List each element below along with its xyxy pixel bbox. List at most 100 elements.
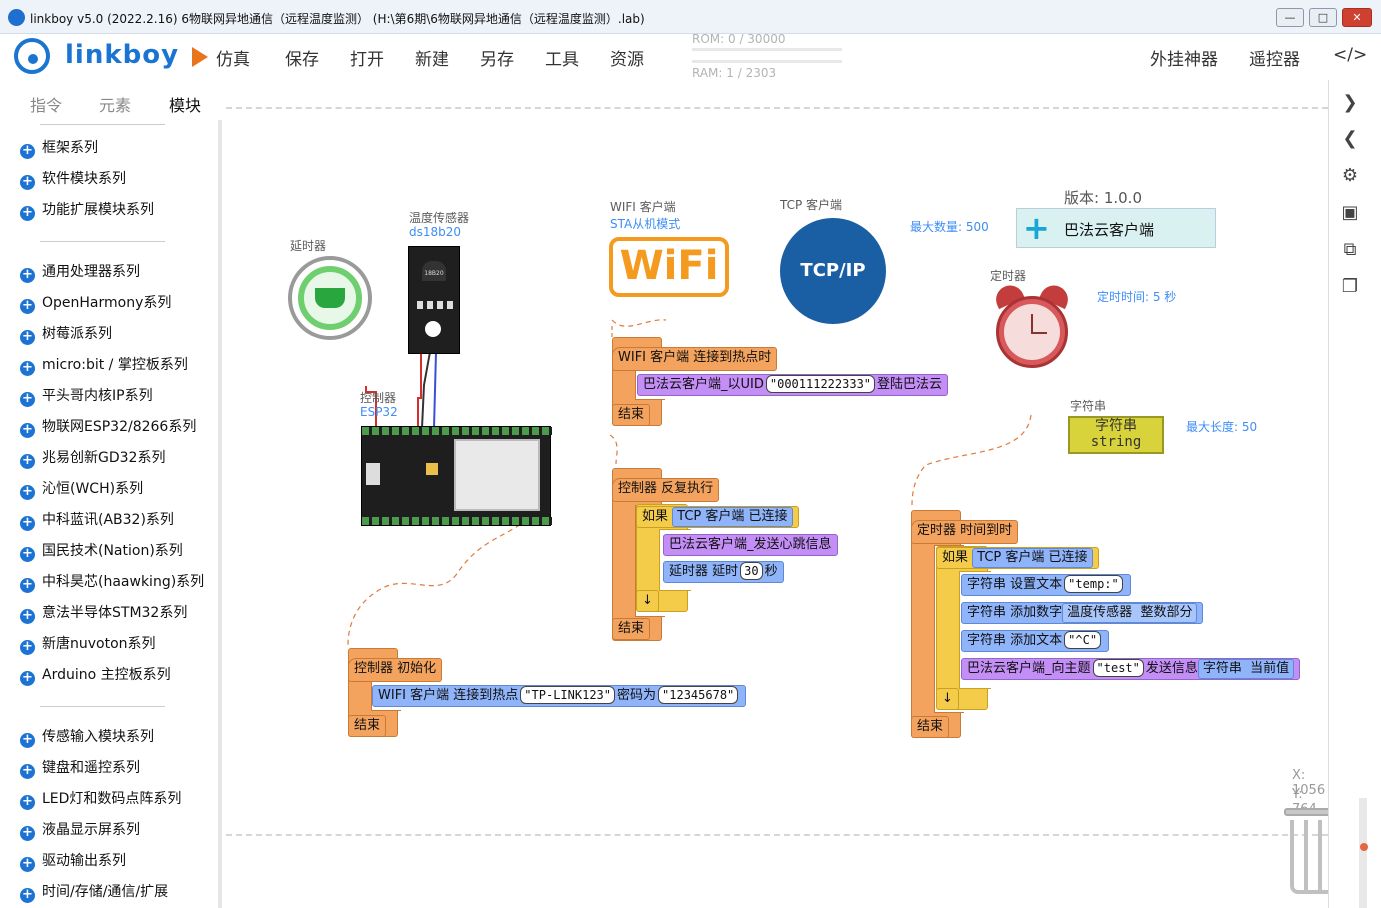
sidebar-item[interactable]: + 驱动输出系列 [20, 850, 126, 872]
gear-icon[interactable]: ⚙ [1339, 165, 1361, 187]
sidebar-item[interactable]: + 时间/存储/通信/扩展 [20, 881, 168, 903]
sidebar-item[interactable]: + 兆易创新GD32系列 [20, 447, 165, 469]
ssid-value[interactable]: "TP-LINK123" [520, 686, 615, 704]
plus-icon: + [20, 888, 35, 903]
chevron-right-icon[interactable]: ❯ [1339, 92, 1361, 114]
ram-usage: RAM: 1 / 2303 [692, 66, 777, 80]
panel-tabs: 指令 元素 模块 [0, 80, 222, 120]
timer-event-header[interactable]: 定时器 时间到时 [911, 520, 1019, 544]
sidebar-item[interactable]: + 中科蓝讯(AB32)系列 [20, 509, 174, 531]
plus-icon: + [20, 206, 35, 221]
string-set-text-block[interactable]: 字符串 设置文本 "temp:" [961, 574, 1131, 596]
sidebar-item[interactable]: + LED灯和数码点阵系列 [20, 788, 181, 810]
copy-icon[interactable]: ❐ [1339, 276, 1361, 298]
sidebar-item[interactable]: + 通用处理器系列 [20, 261, 140, 283]
sidebar-item[interactable]: + 沁恒(WCH)系列 [20, 478, 143, 500]
string-add-text-block[interactable]: 字符串 添加文本 "^C" [961, 630, 1110, 652]
string-add-number-block[interactable]: 字符串 添加数字 温度传感器 整数部分 [961, 602, 1204, 624]
delay-block[interactable]: 延时器 延时 30 秒 [663, 561, 784, 583]
menu-new[interactable]: 新建 [415, 45, 449, 70]
menu-open[interactable]: 打开 [350, 45, 384, 70]
sidebar-item[interactable]: + 国民技术(Nation)系列 [20, 540, 183, 562]
controller-label: 控制器 [360, 391, 397, 405]
sidebar-item[interactable]: + 传感输入模块系列 [20, 726, 154, 748]
sidebar-item[interactable]: + 键盘和遥控系列 [20, 757, 140, 779]
menu-plugins[interactable]: 外挂神器 [1150, 45, 1218, 70]
sidebar-item[interactable]: + micro:bit / 掌控板系列 [20, 354, 188, 376]
image-icon[interactable]: ▣ [1339, 202, 1361, 224]
sidebar-item[interactable]: + 中科昊芯(haawking)系列 [20, 571, 204, 593]
sidebar-item[interactable]: + 新唐nuvoton系列 [20, 633, 156, 655]
topic-value[interactable]: "test" [1092, 659, 1144, 677]
menu-remote[interactable]: 遥控器 [1249, 45, 1300, 70]
plus-icon: + [20, 795, 35, 810]
tab-elements[interactable]: 元素 [99, 92, 131, 116]
uid-value[interactable]: "000111222333" [765, 375, 876, 393]
export-icon[interactable]: ⧉ [1339, 239, 1361, 261]
ram-bar [692, 60, 842, 63]
delay-value[interactable]: 30 [740, 562, 763, 580]
timer-if-block[interactable] [936, 546, 991, 710]
tcp-ip-logo[interactable]: TCP/IP [780, 218, 886, 324]
plus-icon: + [20, 857, 35, 872]
menu-simulate[interactable]: 仿真 [216, 45, 250, 70]
menu-tools[interactable]: 工具 [545, 45, 579, 70]
sidebar-item[interactable]: + Arduino 主控板系列 [20, 664, 171, 686]
tab-modules[interactable]: 模块 [169, 92, 201, 116]
string-set-value[interactable]: "temp:" [1064, 575, 1123, 593]
sidebar-item[interactable]: + 物联网ESP32/8266系列 [20, 416, 196, 438]
bafa-login-block[interactable]: 巴法云客户端_以UID "000111222333" 登陆巴法云 [637, 374, 949, 396]
esp32-board[interactable] [361, 426, 552, 526]
minimize-button[interactable]: — [1276, 8, 1304, 27]
sidebar-item[interactable]: + 平头哥内核IP系列 [20, 385, 153, 407]
plus-icon: + [20, 516, 35, 531]
play-icon[interactable] [192, 47, 208, 67]
string-add-value[interactable]: "^C" [1064, 631, 1102, 649]
canvas-scrollbar[interactable] [1359, 798, 1367, 908]
wifi-connect-block[interactable]: WIFI 客户端 连接到热点 "TP-LINK123" 密码为 "12345678" [372, 685, 747, 707]
plus-icon: + [20, 671, 35, 686]
sidebar-item[interactable]: + 框架系列 [20, 137, 98, 159]
delay-component[interactable] [288, 256, 372, 340]
sidebar-item[interactable]: + 意法半导体STM32系列 [20, 602, 187, 624]
scroll-marker [1360, 843, 1368, 851]
menu-save-as[interactable]: 另存 [480, 45, 514, 70]
maximize-button[interactable]: □ [1309, 8, 1337, 27]
password-value[interactable]: "12345678" [658, 686, 739, 704]
sidebar-item[interactable]: + 软件模块系列 [20, 168, 126, 190]
plus-icon: + [20, 361, 35, 376]
tab-instructions[interactable]: 指令 [30, 92, 62, 116]
menu-resources[interactable]: 资源 [610, 45, 644, 70]
wifi-logo[interactable]: WiFi [609, 237, 729, 297]
tcp-max-count: 最大数量: 500 [910, 220, 989, 234]
plus-icon: + [20, 609, 35, 624]
menu-code[interactable]: </> [1333, 45, 1367, 65]
wifi-event-header[interactable]: WIFI 客户端 连接到热点时 [612, 347, 778, 371]
string-component[interactable]: 字符串 string [1068, 416, 1164, 454]
sidebar-item[interactable]: + 功能扩展模块系列 [20, 199, 154, 221]
temp-sensor-label: 温度传感器 [409, 211, 470, 225]
delay-label: 延时器 [290, 239, 327, 253]
timer-interval: 定时时间: 5 秒 [1097, 290, 1177, 304]
heartbeat-block[interactable]: 巴法云客户端_发送心跳信息 [663, 534, 838, 556]
menu-save[interactable]: 保存 [285, 45, 319, 70]
chevron-left-icon[interactable]: ❮ [1339, 128, 1361, 150]
timer-event-end: 结束 [911, 716, 950, 738]
sidebar-scrollbar[interactable] [218, 120, 222, 908]
init-header[interactable]: 控制器 初始化 [348, 658, 443, 682]
sidebar-item[interactable]: + 液晶显示屏系列 [20, 819, 140, 841]
temp-sensor-component[interactable]: 18B20 [408, 246, 460, 354]
plus-icon: + [20, 640, 35, 655]
sidebar-item[interactable]: + OpenHarmony系列 [20, 292, 171, 314]
string-name: 字符串 [1095, 418, 1137, 434]
close-button[interactable]: ✕ [1342, 8, 1372, 27]
alarm-clock-component[interactable] [991, 280, 1073, 376]
loop-header[interactable]: 控制器 反复执行 [612, 478, 720, 502]
plus-icon: + [1023, 209, 1050, 247]
sidebar-item[interactable]: + 树莓派系列 [20, 323, 112, 345]
design-canvas[interactable]: 延时器 温度传感器 ds18b20 18B20 控制器 ESP32 WIFI 客… [226, 80, 1350, 908]
bafa-client-component[interactable]: + 巴法云客户端 [1016, 208, 1216, 248]
timer-if-header[interactable]: 如果 TCP 客户端 已连接 [936, 547, 1099, 569]
bafa-publish-block[interactable]: 巴法云客户端_向主题 "test" 发送信息 字符串 当前值 [961, 658, 1301, 680]
if-header[interactable]: 如果 TCP 客户端 已连接 [636, 506, 799, 528]
